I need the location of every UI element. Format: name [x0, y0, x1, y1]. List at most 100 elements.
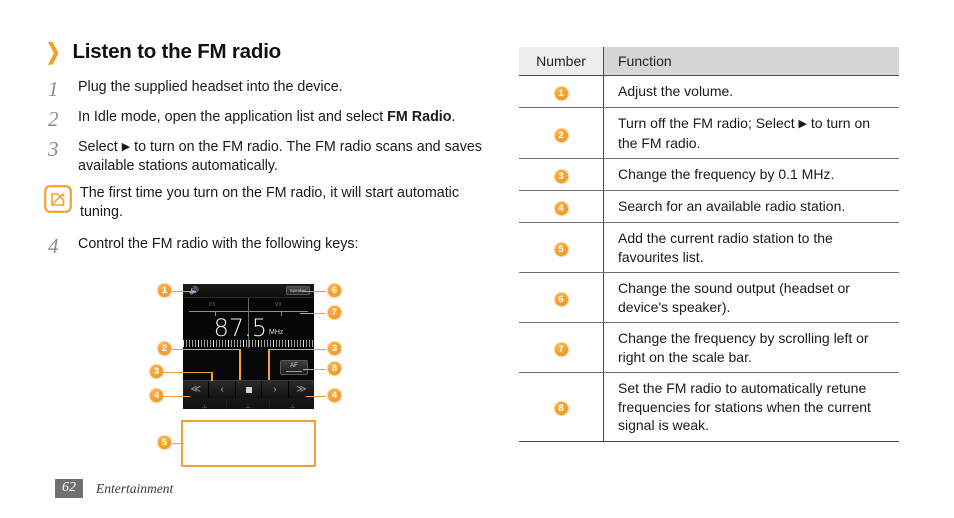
callout-badge-4-right: 4	[327, 388, 342, 403]
column-header-function: Function	[603, 47, 899, 76]
section-heading-text: Listen to the FM radio	[72, 40, 282, 63]
leader-line	[172, 290, 196, 293]
leader-line	[300, 312, 326, 315]
favourite-slot[interactable]: +	[226, 398, 271, 409]
favourite-slot[interactable]: +	[183, 398, 227, 409]
row-number-cell: 1	[519, 75, 604, 108]
step-back-icon: ‹	[220, 384, 224, 395]
row-function-cell: Search for an available radio station.	[603, 190, 899, 223]
note-text: The first time you turn on the FM radio,…	[80, 185, 460, 220]
row-number-cell: 4	[519, 190, 604, 223]
callout-badge-2: 2	[157, 341, 172, 356]
number-badge: 3	[553, 169, 569, 184]
leader-line	[172, 442, 184, 445]
note-pencil-icon	[44, 185, 74, 213]
step-back-button[interactable]: ‹	[209, 381, 236, 398]
phone-status-bar: 🔊 Speaker	[183, 284, 314, 298]
row-number-cell: 6	[519, 272, 604, 323]
row-function-cell: Adjust the volume.	[603, 75, 899, 108]
plus-icon: +	[244, 402, 252, 409]
row-number-cell: 3	[519, 158, 604, 191]
number-badge: 8	[553, 401, 569, 417]
leader-line	[239, 348, 241, 380]
table-row: 5 Add the current radio station to the f…	[519, 222, 899, 273]
row-function-cell: Change the sound output (headset or devi…	[603, 272, 899, 323]
table-row: 8 Set the FM radio to automatically retu…	[519, 372, 899, 442]
favourites-grid: + + + + + +	[183, 398, 314, 409]
leader-line	[268, 348, 326, 351]
favourites-highlight-outline	[181, 420, 316, 467]
row-number-cell: 8	[519, 372, 604, 442]
plus-icon: +	[288, 402, 296, 409]
note-callout: The first time you turn on the FM radio,…	[44, 184, 484, 221]
af-underline	[286, 371, 302, 372]
callout-badge-3-right: 3	[327, 341, 342, 356]
phone-screen: 🔊 Speaker 85 90 87.5MHz AF ≪	[183, 284, 314, 409]
leader-line	[306, 395, 326, 398]
table-row: 1 Adjust the volume.	[519, 75, 899, 108]
step-text: Plug the supplied headset into the devic…	[78, 79, 343, 95]
table-row: 7 Change the frequency by scrolling left…	[519, 322, 899, 373]
step-number: 3	[48, 137, 59, 161]
callout-badge-6: 6	[327, 283, 342, 298]
row-function-cell: Set the FM radio to automatically retune…	[603, 372, 899, 442]
step-number: 2	[48, 107, 59, 131]
row-number-cell: 2	[519, 107, 604, 159]
page-footer: 62 Entertainment	[55, 479, 173, 498]
number-badge: 7	[553, 342, 569, 357]
page-number: 62	[55, 479, 83, 498]
plus-icon: +	[201, 402, 208, 409]
frequency-display: 87.5 MHz	[183, 316, 314, 341]
fast-forward-scan-icon: ≫	[296, 384, 307, 395]
af-button[interactable]: AF	[280, 360, 308, 375]
rewind-scan-icon: ≪	[190, 384, 201, 395]
step-text: In Idle mode, open the application list …	[78, 109, 456, 125]
favourite-slot[interactable]: +	[270, 398, 314, 409]
table-row: 6 Change the sound output (headset or de…	[519, 272, 899, 323]
table-row: 2 Turn off the FM radio; Select ▶ to tur…	[519, 107, 899, 159]
function-table-container: Number Function 1 Adjust the volume. 2 T…	[519, 47, 899, 442]
row-function-cell: Change the frequency by 0.1 MHz.	[603, 158, 899, 191]
step-item: 1 Plug the supplied headset into the dev…	[44, 77, 484, 101]
number-badge: 5	[553, 242, 569, 257]
number-badge: 2	[553, 127, 569, 143]
callout-badge-8: 8	[327, 361, 342, 376]
leader-line	[164, 371, 212, 374]
number-badge: 1	[553, 86, 569, 101]
page-title: ❯ Listen to the FM radio	[44, 40, 484, 64]
frequency-value: 87.5	[213, 314, 268, 342]
leader-line	[268, 348, 270, 380]
leader-line	[302, 290, 326, 293]
step-forward-button[interactable]: ›	[262, 381, 289, 398]
footer-section-name: Entertainment	[96, 480, 174, 496]
leader-line	[164, 395, 190, 398]
callout-badge-5: 5	[157, 435, 172, 450]
tuner-display[interactable]: 85 90 87.5 MHz	[183, 298, 314, 348]
phone-mid-area: AF	[183, 348, 314, 380]
row-function-cell: Add the current radio station to the fav…	[603, 222, 899, 273]
transport-controls: ≪ ‹ › ≫	[183, 380, 314, 398]
step-text: Select ▶ to turn on the FM radio. The FM…	[78, 139, 482, 174]
step-item: 2 In Idle mode, open the application lis…	[44, 107, 484, 131]
callout-badge-7: 7	[327, 305, 342, 320]
instructions-column: ❯ Listen to the FM radio 1 Plug the supp…	[44, 40, 484, 265]
table-row: 4 Search for an available radio station.	[519, 190, 899, 223]
table-header-row: Number Function	[519, 47, 899, 76]
step-item: 3 Select ▶ to turn on the FM radio. The …	[44, 138, 484, 175]
table-row: 3 Change the frequency by 0.1 MHz.	[519, 158, 899, 191]
number-badge: 6	[553, 292, 569, 307]
leader-line	[172, 348, 240, 351]
scale-label-left: 85	[209, 302, 217, 308]
column-header-number: Number	[519, 47, 604, 76]
chevron-right-icon: ❯	[45, 39, 61, 64]
row-function-cell: Change the frequency by scrolling left o…	[603, 322, 899, 373]
step-number: 1	[48, 77, 59, 101]
callout-badge-4-left: 4	[149, 388, 164, 403]
fm-radio-screen-figure: 🔊 Speaker 85 90 87.5MHz AF ≪	[0, 275, 500, 475]
stop-button[interactable]	[236, 381, 263, 398]
callout-badge-3-left: 3	[149, 364, 164, 379]
frequency-scale-bar-major	[183, 340, 314, 347]
frequency-unit: MHz	[269, 329, 284, 336]
row-number-cell: 5	[519, 222, 604, 273]
step-item: 4 Control the FM radio with the followin…	[44, 235, 484, 257]
